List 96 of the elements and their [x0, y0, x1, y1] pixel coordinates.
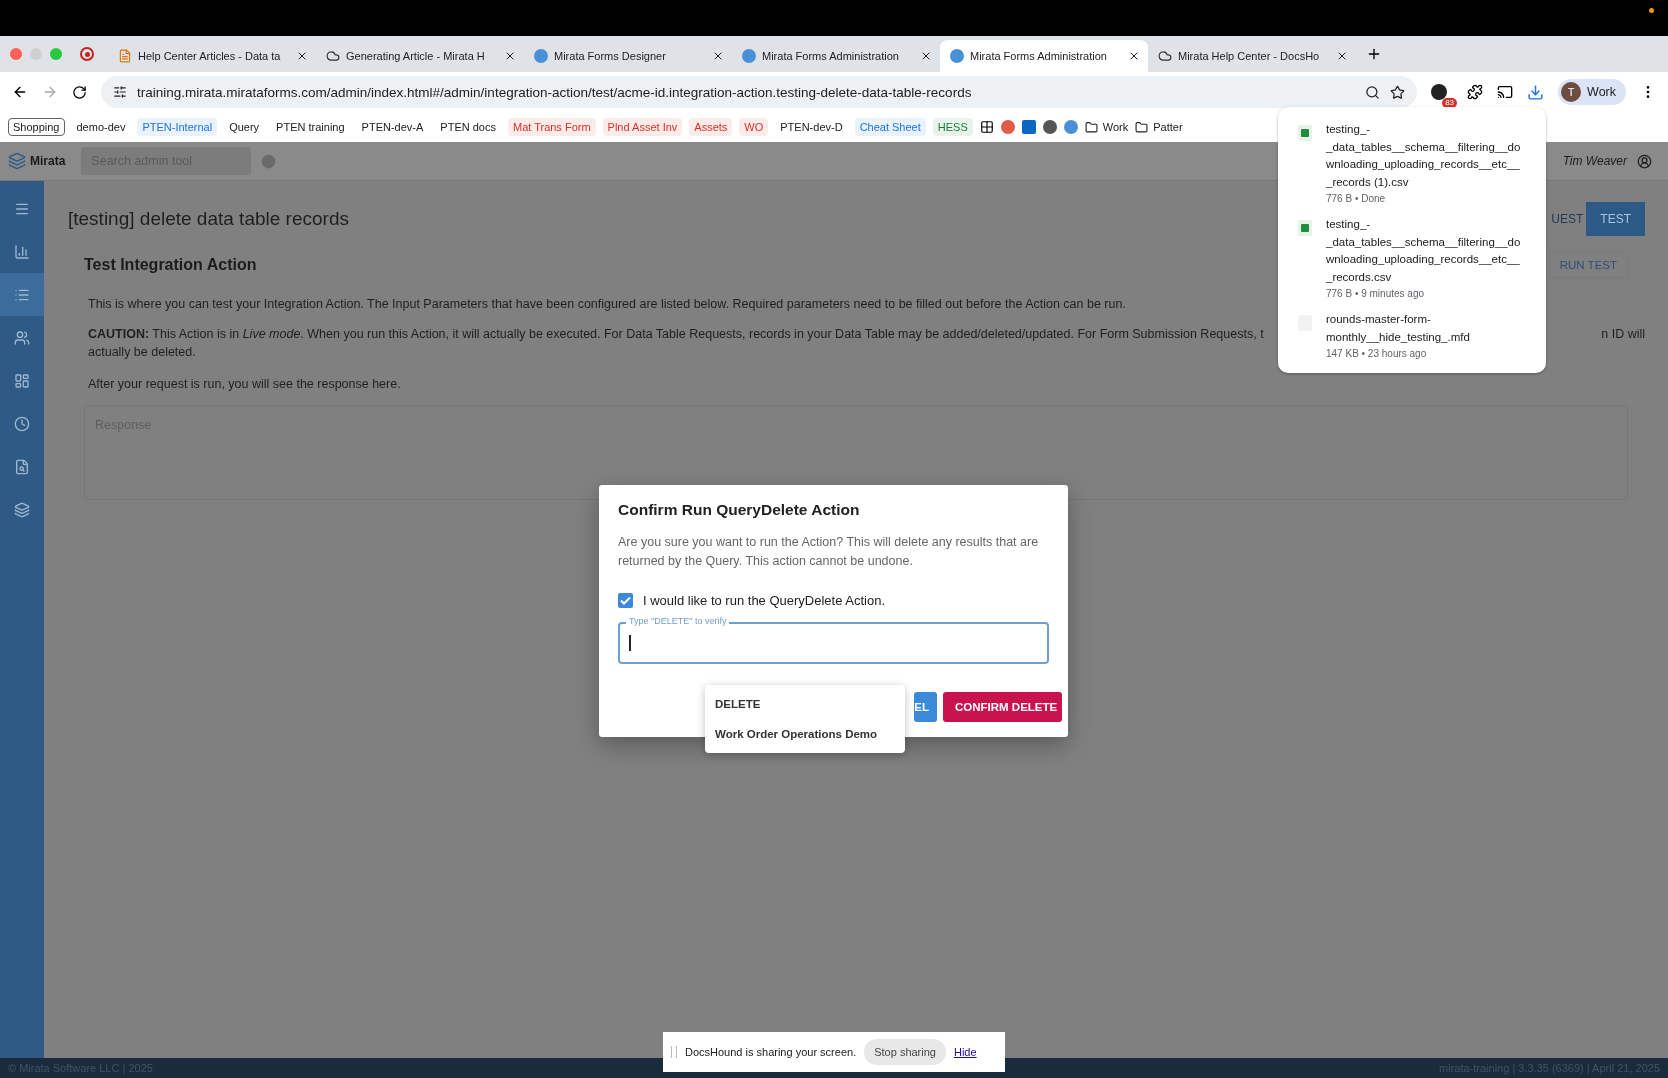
confirm-delete-button[interactable]: CONFIRM DELETE	[943, 692, 1062, 722]
stack-icon	[14, 501, 30, 518]
autocomplete-option[interactable]: Work Order Operations Demo	[705, 719, 905, 749]
folder-icon	[1135, 120, 1149, 134]
apps-icon[interactable]	[979, 120, 994, 134]
bookmark-link[interactable]: Shopping	[8, 118, 65, 136]
circle-icon[interactable]	[1000, 120, 1015, 134]
close-icon[interactable]	[504, 50, 516, 62]
spreadsheet-icon	[1298, 220, 1312, 236]
caution-text: actually be deleted.	[88, 344, 196, 361]
close-icon[interactable]	[1336, 50, 1348, 62]
user-icon[interactable]	[1637, 153, 1652, 169]
site-settings-icon[interactable]	[113, 85, 127, 99]
caution-text: n ID will	[1601, 326, 1645, 343]
caution-text: CAUTION: This Action is in Live mode. When you run this Action, it will actually be executed. For Data Table Requests, records in your Data Table may be added/deleted/updated. For Form Submission Requests, t	[88, 326, 1264, 343]
cast-icon[interactable]	[1497, 84, 1514, 100]
people-icon	[14, 329, 30, 346]
extensions-icon[interactable]	[1467, 84, 1484, 100]
clock-icon	[14, 415, 30, 432]
bookmark-link[interactable]: PTEN training	[271, 118, 350, 136]
bookmark-link[interactable]: demo-dev	[71, 118, 131, 136]
bookmark-star-icon[interactable]	[1390, 84, 1406, 100]
cloud-icon	[326, 49, 340, 63]
square-icon[interactable]	[1021, 120, 1036, 134]
bookmark-folder[interactable]: Patter	[1135, 120, 1183, 134]
cancel-button[interactable]: EL	[914, 692, 937, 722]
close-icon[interactable]	[920, 50, 932, 62]
user-name[interactable]: Tim Weaver	[1562, 154, 1627, 168]
share-message: DocsHound is sharing your screen.	[685, 1046, 857, 1058]
bookmark-link[interactable]: Query	[224, 118, 265, 136]
hide-link[interactable]: Hide	[953, 1046, 977, 1058]
avatar-icon: T	[1561, 82, 1582, 102]
bookmark-link[interactable]: Plnd Asset Inv	[602, 118, 683, 136]
reload-icon[interactable]	[72, 84, 87, 100]
bookmark-link[interactable]: WO	[739, 118, 769, 136]
new-tab-icon[interactable]	[1366, 46, 1382, 62]
bookmark-folder[interactable]: Work	[1084, 120, 1129, 134]
url-text: training.mirata.mirataforms.com/admin/index.html#/admin/integration-action/test/acme-id.integration-action.testing-delete-data-table-records	[137, 84, 973, 100]
circle-icon	[742, 49, 756, 63]
browser-tab[interactable]: Mirata Forms Designer	[524, 40, 732, 72]
response-note: After your request is run, you will see the response here.	[88, 376, 401, 393]
file-name[interactable]: testing_-_data_tables__schema__filtering__downloading_uploading_records__etc___records (1).csv	[1326, 121, 1526, 191]
file-name[interactable]: testing_-_data_tables__schema__filtering__downloading_uploading_records__etc___records.csv	[1326, 216, 1526, 286]
dialog-title: Confirm Run QueryDelete Action	[618, 501, 861, 519]
text-cursor-icon	[629, 635, 631, 651]
section-title: Test Integration Action	[84, 256, 257, 274]
zoom-icon[interactable]	[1365, 84, 1381, 100]
drag-handle-icon[interactable]	[671, 1046, 677, 1058]
logo-text: Mirata	[30, 154, 66, 168]
dialog-text: Are you sure you want to run the Action? This will delete any results that are returned by the Query. This action cannot be undone.	[618, 534, 1040, 570]
page-title: [testing] delete data table records	[68, 208, 349, 230]
browser-tab[interactable]: Mirata Forms Administration	[940, 40, 1148, 72]
logo-icon	[8, 152, 26, 170]
bookmark-link[interactable]: PTEN docs	[435, 118, 501, 136]
file-meta: 776 B • Done	[1326, 193, 1387, 204]
bookmark-link[interactable]: PTEN-Internal	[137, 118, 218, 136]
bar-chart-icon	[14, 243, 30, 260]
bookmark-link[interactable]: HESS	[932, 118, 973, 136]
profile-button[interactable]: T Work	[1558, 79, 1626, 105]
search-icon	[14, 458, 30, 475]
autocomplete-option[interactable]: DELETE	[705, 689, 905, 719]
bookmark-link[interactable]: Cheat Sheet	[854, 118, 926, 136]
cloud-icon	[1158, 49, 1172, 63]
field-label: Type "DELETE" to verify	[626, 616, 730, 627]
bookmark-link[interactable]: PTEN-dev-A	[356, 118, 429, 136]
bookmark-link[interactable]: Assets	[689, 118, 733, 136]
circle-icon[interactable]	[1063, 120, 1078, 134]
spreadsheet-icon	[1298, 125, 1312, 141]
circle-icon	[950, 49, 964, 63]
file-meta: 147 KB • 23 hours ago	[1326, 348, 1428, 359]
browser-tab[interactable]: Mirata Help Center - DocsHo	[1148, 40, 1356, 72]
circle-icon	[534, 49, 548, 63]
bookmark-link[interactable]: Mat Trans Form	[507, 118, 596, 136]
bookmark-link[interactable]: PTEN-dev-D	[775, 118, 848, 136]
browser-tab[interactable]: Generating Article - Mirata H	[316, 40, 524, 72]
file-name[interactable]: rounds-master-form-monthly__hide_testing_.mfd	[1326, 311, 1526, 346]
back-icon[interactable]	[12, 84, 28, 100]
address-bar[interactable]: training.mirata.mirataforms.com/admin/index.html#/admin/integration-action/test/acme-id.integration-action.testing-delete-data-table-records	[101, 76, 1418, 108]
mode-tab[interactable]: TEST	[1586, 202, 1645, 236]
checkbox[interactable]	[618, 593, 633, 608]
checkbox-label: I would like to run the QueryDelete Action.	[643, 593, 886, 608]
extension-icon[interactable]	[1431, 84, 1448, 100]
browser-tab[interactable]: Mirata Forms Administration	[732, 40, 940, 72]
close-icon[interactable]	[712, 50, 724, 62]
circle-icon[interactable]	[1042, 120, 1057, 134]
download-icon[interactable]	[1527, 83, 1545, 101]
browser-tab[interactable]: Help Center Articles - Data ta	[108, 40, 316, 72]
document-icon	[118, 49, 132, 63]
recording-dot-icon	[1649, 8, 1654, 13]
stop-sharing-button[interactable]: Stop sharing	[864, 1039, 946, 1065]
file-meta: 776 B • 9 minutes ago	[1326, 288, 1425, 299]
folder-icon	[1084, 120, 1098, 134]
dashboard-icon	[14, 372, 30, 389]
close-icon[interactable]	[296, 50, 308, 62]
record-icon	[80, 47, 94, 61]
close-icon[interactable]	[1128, 50, 1140, 62]
